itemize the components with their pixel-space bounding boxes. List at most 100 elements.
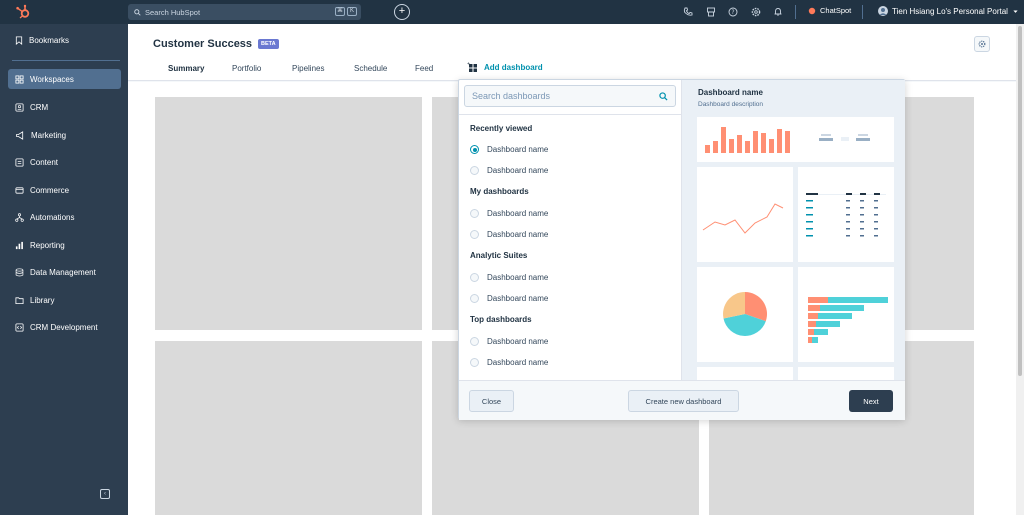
dashboard-search-placeholder: Search dashboards: [472, 91, 551, 101]
gear-icon: [978, 40, 986, 48]
next-button[interactable]: Next: [849, 390, 893, 412]
search-icon: [659, 92, 668, 101]
preview-table-thumbnail: [806, 193, 886, 237]
global-search-placeholder: Search HubSpot: [145, 7, 201, 17]
portal-name: Tien Hsiang Lo's Personal Portal: [892, 6, 1008, 16]
sidebar-collapse-button[interactable]: ‹: [100, 489, 110, 499]
sidebar-item-crm[interactable]: CRM: [8, 97, 121, 117]
tab-summary[interactable]: Summary: [168, 64, 204, 73]
radio[interactable]: [470, 273, 479, 282]
dashboard-list: Search dashboards Recently viewed Dashbo…: [459, 80, 681, 380]
group-heading: Recently viewed: [470, 124, 533, 133]
add-dashboard-popover: Search dashboards Recently viewed Dashbo…: [458, 79, 905, 420]
global-search-input[interactable]: Search HubSpot ⌘ K: [128, 4, 361, 20]
keyboard-shortcut-hint: ⌘ K: [335, 7, 357, 16]
workspace-header: Customer Success BETA Summary Portfolio …: [128, 24, 1019, 81]
add-dashboard-button[interactable]: + Add dashboard: [467, 62, 543, 72]
hubspot-logo-icon[interactable]: [15, 4, 31, 20]
dashboard-option[interactable]: Dashboard name: [470, 209, 548, 218]
database-icon: [15, 267, 24, 276]
preview-card-partial: [798, 367, 894, 380]
radio[interactable]: [470, 337, 479, 346]
option-label: Dashboard name: [487, 273, 549, 282]
option-label: Dashboard name: [487, 145, 549, 154]
tab-feed[interactable]: Feed: [415, 64, 433, 73]
crm-icon: [15, 102, 24, 112]
sidebar-item-label: Library: [30, 295, 55, 305]
tab-schedule[interactable]: Schedule: [354, 64, 387, 73]
panel-footer: Close Create new dashboard Next: [459, 380, 905, 420]
sidebar-item-label: Workspaces: [30, 74, 74, 84]
radio[interactable]: [470, 230, 479, 239]
sidebar-item-label: Automations: [30, 212, 75, 222]
radio-selected[interactable]: [470, 145, 479, 154]
option-label: Dashboard name: [487, 294, 549, 303]
sidebar-item-library[interactable]: Library: [8, 290, 121, 310]
marketplace-icon[interactable]: [706, 7, 716, 17]
dashboard-search-input[interactable]: Search dashboards: [464, 85, 676, 107]
commerce-icon: [15, 186, 24, 194]
preview-line-chart-thumbnail: [702, 203, 784, 234]
sidebar-item-label: Commerce: [30, 185, 70, 195]
settings-gear-icon[interactable]: [751, 7, 761, 17]
sidebar-item-commerce[interactable]: Commerce: [8, 180, 121, 200]
sidebar-item-automations[interactable]: Automations: [8, 207, 121, 227]
chatspot-icon: [808, 7, 816, 14]
create-new-dashboard-button[interactable]: Create new dashboard: [628, 390, 739, 412]
option-label: Dashboard name: [487, 358, 549, 367]
sidebar-item-label: Data Management: [30, 267, 96, 277]
dashboard-option[interactable]: Dashboard name: [470, 166, 548, 175]
sidebar-item-bookmarks[interactable]: Bookmarks: [8, 30, 121, 50]
preview-horizontal-bar-card: [798, 267, 894, 362]
phone-icon[interactable]: [683, 7, 693, 17]
dashboard-option[interactable]: Dashboard name: [470, 145, 548, 154]
scrollbar-thumb[interactable]: [1018, 26, 1022, 376]
notifications-bell-icon[interactable]: [773, 7, 783, 17]
preview-horizontal-bar-thumbnail: [808, 297, 888, 343]
sidebar-item-workspaces[interactable]: Workspaces: [8, 69, 121, 89]
beta-badge: BETA: [258, 39, 279, 49]
page-scrollbar[interactable]: [1016, 24, 1024, 515]
dashboard-option[interactable]: Dashboard name: [470, 358, 548, 367]
sidebar: Bookmarks Workspaces CRM Marketing Conte…: [0, 24, 128, 515]
code-icon: [15, 322, 24, 332]
dashboard-grid-icon: +: [467, 62, 477, 72]
radio[interactable]: [470, 358, 479, 367]
help-icon[interactable]: ?: [728, 7, 738, 17]
topbar-divider: [795, 5, 796, 19]
account-menu[interactable]: Tien Hsiang Lo's Personal Portal: [878, 6, 1019, 16]
add-dashboard-label: Add dashboard: [484, 62, 543, 72]
chatspot-button[interactable]: ChatSpot: [808, 6, 851, 15]
sidebar-item-reporting[interactable]: Reporting: [8, 235, 121, 255]
page-title: Customer Success BETA: [153, 38, 279, 50]
group-heading: Top dashboards: [470, 315, 532, 324]
tab-pipelines[interactable]: Pipelines: [292, 64, 324, 73]
kbd-cmd: ⌘: [335, 7, 345, 16]
chatspot-label: ChatSpot: [820, 6, 852, 15]
sidebar-item-content[interactable]: Content: [8, 152, 121, 172]
avatar-icon: [878, 6, 888, 16]
quick-create-button[interactable]: +: [394, 4, 410, 20]
dashboard-option[interactable]: Dashboard name: [470, 273, 548, 282]
sidebar-item-data-management[interactable]: Data Management: [8, 262, 121, 282]
tab-portfolio[interactable]: Portfolio: [232, 64, 261, 73]
dashboard-option[interactable]: Dashboard name: [470, 230, 548, 239]
chevron-down-icon: [1013, 9, 1018, 13]
sidebar-item-marketing[interactable]: Marketing: [8, 125, 121, 145]
page-title-text: Customer Success: [153, 38, 253, 50]
svg-text:+: +: [467, 62, 470, 66]
close-button[interactable]: Close: [469, 390, 514, 412]
option-label: Dashboard name: [487, 166, 549, 175]
dashboard-option[interactable]: Dashboard name: [470, 337, 548, 346]
preview-dashboard-description: Dashboard description: [698, 101, 764, 108]
radio[interactable]: [470, 294, 479, 303]
preview-bar-chart-card: [697, 117, 894, 162]
sidebar-item-label: Marketing: [31, 130, 67, 140]
workspace-settings-button[interactable]: [974, 36, 990, 52]
preview-bar-chart-thumbnail: [705, 127, 870, 153]
dashboard-option[interactable]: Dashboard name: [470, 294, 548, 303]
sidebar-item-crm-development[interactable]: CRM Development: [8, 317, 121, 337]
radio[interactable]: [470, 166, 479, 175]
radio[interactable]: [470, 209, 479, 218]
preview-dashboard-name: Dashboard name: [698, 88, 763, 97]
